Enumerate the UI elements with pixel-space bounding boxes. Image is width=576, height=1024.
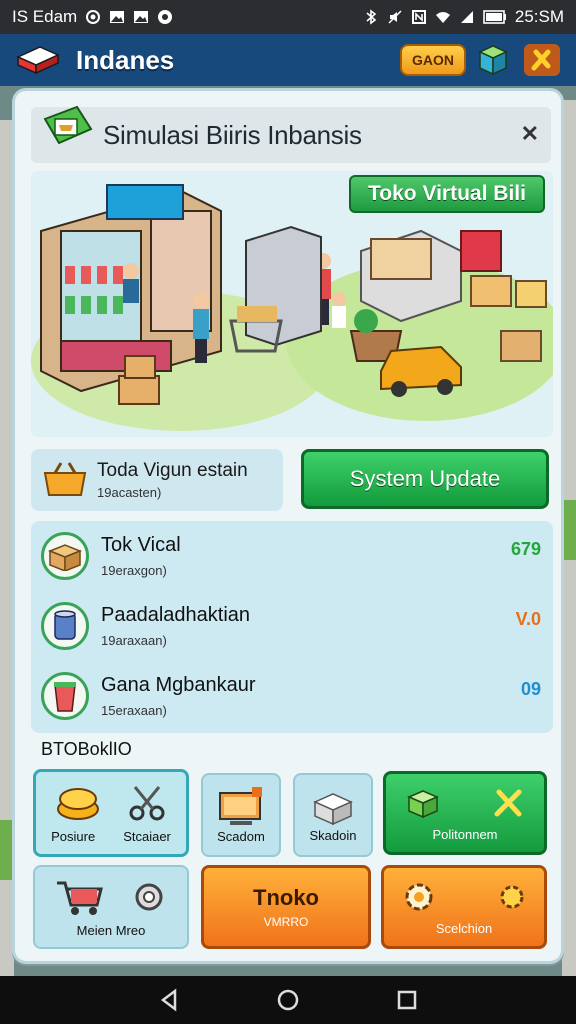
recents-icon[interactable] [395,988,419,1012]
tools-icon[interactable] [522,42,562,78]
list-item[interactable]: Gana Mgbankaur 15eraxaan) 09 [31,661,553,731]
product-list: Tok Vical 19eraxgon) 679 Paadaladhaktian… [31,521,553,733]
info-row: Toda Vigun estain 19acasten) System Upda… [31,449,553,511]
dialog-header: Simulasi Biiris Inbansis ✕ [31,105,551,163]
list-item-subtitle: 19araxaan) [101,633,167,648]
list-item-subtitle: 19eraxgon) [101,563,167,578]
wrench-cross-icon [494,789,522,816]
list-item-value: 679 [510,539,541,559]
can-icon [41,602,89,650]
list-item-value: V.0 [515,609,541,629]
tnoko-sub-label: VMRRO [263,915,309,929]
scadom-label: Scadom [217,828,265,844]
status-time: 25:SM [514,7,564,26]
settings-dot-icon [158,10,173,24]
app-bar: Indanes GAON [0,34,576,86]
navigation-bar [0,976,576,1024]
scelchion-label: Scelchion [435,920,493,936]
posiure-stcaiaer-button[interactable]: Posiure Stcaiaer [33,769,189,857]
info-card-subtitle: 19acasten) [97,485,162,500]
list-item-title: Tok Vical [101,534,181,556]
tnoko-button[interactable]: Tnoko VMRRO [201,865,371,949]
status-left-text: IS Edam [12,7,78,26]
list-item-title: Paadaladhaktian [101,604,251,626]
shopping-cart-icon [57,881,103,915]
gear-icon [135,883,163,910]
gaon-button[interactable]: GAON [400,44,466,76]
box-icon [41,532,89,580]
app-logo-icon [16,46,60,75]
image-icon [110,11,125,23]
list-item-title: Gana Mgbankaur [101,674,256,696]
hero-tag-label[interactable]: Toko Virtual Bili [349,175,545,213]
close-button[interactable]: ✕ [521,121,539,147]
status-bar: IS Edam 25:SM [0,0,576,34]
nfc-icon [411,10,426,24]
stcaiaer-label: Stcaiaer [123,828,171,844]
cube-icon[interactable] [476,43,510,77]
back-icon[interactable] [157,988,181,1012]
meien-mreo-button[interactable]: Meien Mreo [33,865,189,949]
skadoin-button[interactable]: Skadoin [293,773,373,857]
home-icon[interactable] [276,988,300,1012]
bluetooth-icon [366,9,377,25]
tnoko-label: Tnoko [253,885,319,910]
info-card[interactable]: Toda Vigun estain 19acasten) [31,449,283,511]
signal-icon [460,11,473,23]
basket-icon [43,462,87,496]
mute-icon [388,10,402,24]
shop-badge-icon [43,105,93,145]
list-item[interactable]: Paadaladhaktian 19araxaan) V.0 [31,591,553,661]
info-card-title: Toda Vigun estain [97,460,248,481]
camera-icon [86,10,101,24]
politonnem-label: Politonnem [432,826,498,842]
list-item-subtitle: 15eraxaan) [101,703,167,718]
hero-illustration: Toko Virtual Bili [31,171,553,437]
box-white-icon [313,792,353,825]
image2-icon [134,11,149,23]
dialog-title: Simulasi Biiris Inbansis [103,119,362,150]
posiure-label: Posiure [51,828,96,844]
scelchion-button[interactable]: Scelchion [381,865,547,949]
section-title: BTOBoklIO [41,739,132,759]
dialog-panel: Simulasi Biiris Inbansis ✕ Toko Virtual … [12,88,564,964]
list-item[interactable]: Tok Vical 19eraxgon) 679 [31,521,553,591]
politonnem-button[interactable]: Politonnem [383,771,547,855]
list-item-value: 09 [520,679,541,699]
wifi-icon [435,12,450,23]
computer-icon [219,786,262,825]
drink-cup-icon [41,672,89,720]
scissors-icon [129,785,165,820]
small-gear-icon [500,885,524,908]
skadoin-label: Skadoin [309,827,357,843]
scadom-button[interactable]: Scadom [201,773,281,857]
meien-mreo-label: Meien Mreo [76,922,146,938]
battery-icon [483,10,506,24]
green-box-icon [407,789,439,818]
system-update-button[interactable]: System Update [301,449,549,509]
app-title: Indanes [76,44,175,75]
coins-icon [57,787,99,820]
settings-gear-icon [405,883,433,910]
